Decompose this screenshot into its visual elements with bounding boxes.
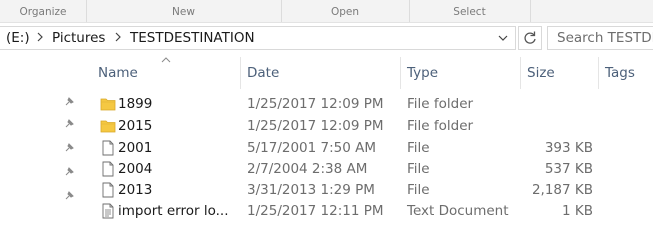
file-date: 3/31/2013 1:29 PM bbox=[247, 182, 375, 198]
ribbon-group-labels: Organize New Open Select bbox=[0, 0, 653, 23]
text-document-icon bbox=[102, 203, 114, 219]
file-icon bbox=[102, 182, 114, 198]
chevron-right-icon[interactable] bbox=[36, 30, 44, 48]
list-item[interactable]: 2013 3/31/2013 1:29 PM File 2,187 KB bbox=[92, 179, 612, 201]
file-type: File bbox=[407, 161, 430, 177]
column-header-type[interactable]: Type bbox=[401, 57, 521, 89]
search-input[interactable]: Search TESTDESTINATION bbox=[557, 30, 653, 46]
file-name: 2004 bbox=[118, 161, 153, 177]
column-header-tags[interactable]: Tags bbox=[599, 57, 653, 89]
list-item[interactable]: import error lo... 1/25/2017 12:11 PM Te… bbox=[92, 200, 612, 222]
pin-icon[interactable] bbox=[63, 118, 75, 130]
column-header-name[interactable]: Name bbox=[92, 57, 241, 89]
pin-icon[interactable] bbox=[63, 190, 75, 202]
file-size: 1 KB bbox=[562, 203, 593, 219]
file-name: import error lo... bbox=[118, 203, 229, 219]
search-box[interactable]: Search TESTDESTINATION bbox=[547, 26, 653, 50]
file-type: Text Document bbox=[407, 203, 509, 219]
file-icon bbox=[102, 140, 114, 156]
breadcrumb-drive[interactable]: (E:) bbox=[6, 30, 30, 46]
file-type: File folder bbox=[407, 118, 474, 134]
folder-icon bbox=[100, 98, 116, 111]
file-name: 2015 bbox=[118, 118, 153, 134]
file-name: 1899 bbox=[118, 96, 153, 112]
file-size: 393 KB bbox=[544, 140, 593, 156]
file-type: File bbox=[407, 140, 430, 156]
refresh-icon bbox=[524, 31, 536, 44]
file-size bbox=[521, 93, 593, 115]
folder-icon bbox=[100, 120, 116, 133]
file-type: File bbox=[407, 182, 430, 198]
file-date: 2/7/2004 2:38 AM bbox=[247, 161, 368, 177]
file-size: 537 KB bbox=[544, 161, 593, 177]
ribbon-group-select: Select bbox=[409, 0, 531, 22]
file-date: 1/25/2017 12:09 PM bbox=[247, 118, 384, 134]
ribbon-group-open: Open bbox=[281, 0, 410, 22]
breadcrumb-testdestination[interactable]: TESTDESTINATION bbox=[130, 30, 255, 46]
ribbon-group-new: New bbox=[86, 0, 282, 22]
file-type: File folder bbox=[407, 96, 474, 112]
pin-icon[interactable] bbox=[63, 142, 75, 154]
pin-icon[interactable] bbox=[63, 96, 75, 108]
list-item[interactable]: 2015 1/25/2017 12:09 PM File folder bbox=[92, 115, 612, 137]
file-size bbox=[521, 115, 593, 137]
breadcrumb-pictures[interactable]: Pictures bbox=[52, 30, 105, 46]
column-header-date[interactable]: Date bbox=[241, 57, 401, 89]
address-bar[interactable]: (E:) Pictures TESTDESTINATION bbox=[0, 26, 516, 50]
navigation-pane[interactable] bbox=[0, 52, 80, 247]
list-item[interactable]: 2004 2/7/2004 2:38 AM File 537 KB bbox=[92, 158, 612, 180]
list-item[interactable]: 2001 5/17/2001 7:50 AM File 393 KB bbox=[92, 137, 612, 159]
file-date: 1/25/2017 12:11 PM bbox=[247, 203, 384, 219]
chevron-down-icon[interactable] bbox=[497, 31, 509, 45]
column-header-size[interactable]: Size bbox=[521, 57, 599, 89]
list-item[interactable]: 1899 1/25/2017 12:09 PM File folder bbox=[92, 93, 612, 115]
refresh-button[interactable] bbox=[518, 26, 542, 50]
file-size: 2,187 KB bbox=[531, 182, 593, 198]
file-name: 2013 bbox=[118, 182, 153, 198]
file-date: 1/25/2017 12:09 PM bbox=[247, 96, 384, 112]
pin-icon[interactable] bbox=[63, 166, 75, 178]
file-icon bbox=[102, 161, 114, 177]
file-date: 5/17/2001 7:50 AM bbox=[247, 140, 377, 156]
chevron-right-icon[interactable] bbox=[114, 30, 122, 48]
file-name: 2001 bbox=[118, 140, 153, 156]
ribbon-group-organize: Organize bbox=[0, 0, 87, 22]
